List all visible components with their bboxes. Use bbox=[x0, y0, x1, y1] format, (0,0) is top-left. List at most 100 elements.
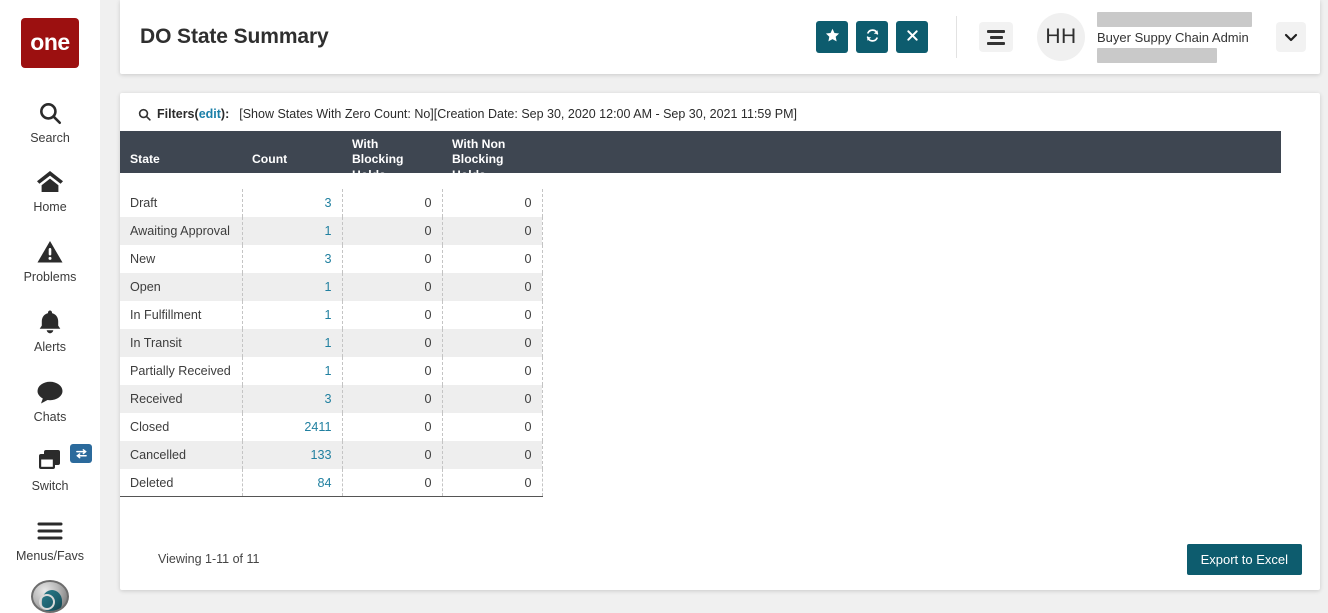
table-row: Open100 bbox=[120, 273, 542, 301]
user-role-label: Buyer Suppy Chain Admin bbox=[1097, 30, 1252, 45]
count-link[interactable]: 3 bbox=[324, 252, 331, 266]
sidebar-item-label: Menus/Favs bbox=[16, 550, 84, 564]
count-link[interactable]: 1 bbox=[324, 308, 331, 322]
cell-state: Draft bbox=[120, 189, 242, 217]
column-header-blocking[interactable]: With Blocking Holds bbox=[342, 131, 442, 189]
menu-toggle-button[interactable] bbox=[979, 22, 1013, 52]
menu-line bbox=[987, 42, 1005, 45]
sidebar-item-search[interactable]: Search bbox=[0, 90, 100, 150]
cell-with-blocking-holds: 0 bbox=[342, 189, 442, 217]
count-link[interactable]: 133 bbox=[310, 448, 331, 462]
user-avatar-initials: HH bbox=[1037, 13, 1085, 61]
cell-with-blocking-holds: 0 bbox=[342, 441, 442, 469]
favorite-button[interactable] bbox=[816, 21, 848, 53]
cell-with-non-blocking-holds: 0 bbox=[442, 273, 542, 301]
column-header-state[interactable]: State bbox=[120, 131, 242, 189]
cell-count[interactable]: 3 bbox=[242, 245, 342, 273]
count-link[interactable]: 2411 bbox=[304, 420, 331, 434]
user-name-block: Buyer Suppy Chain Admin bbox=[1097, 12, 1252, 63]
filters-bar: Filters ( edit ): [Show States With Zero… bbox=[120, 93, 1320, 131]
do-state-summary-table: State Count With Blocking Holds With Non… bbox=[120, 131, 543, 497]
table-row: In Transit100 bbox=[120, 329, 542, 357]
cell-count[interactable]: 3 bbox=[242, 189, 342, 217]
sidebar-item-home[interactable]: Home bbox=[0, 159, 100, 219]
close-x-icon bbox=[906, 29, 919, 45]
cell-with-blocking-holds: 0 bbox=[342, 385, 442, 413]
cell-with-non-blocking-holds: 0 bbox=[442, 469, 542, 497]
cell-state: In Transit bbox=[120, 329, 242, 357]
cell-count[interactable]: 1 bbox=[242, 273, 342, 301]
menu-line bbox=[990, 36, 1003, 39]
count-link[interactable]: 84 bbox=[317, 476, 331, 490]
search-icon bbox=[138, 108, 151, 121]
star-icon bbox=[825, 28, 840, 46]
refresh-button[interactable] bbox=[856, 21, 888, 53]
assistant-avatar-icon[interactable] bbox=[31, 580, 69, 613]
switch-windows-icon bbox=[33, 446, 67, 476]
cell-state: In Fulfillment bbox=[120, 301, 242, 329]
sidebar-item-label: Home bbox=[33, 201, 66, 215]
user-menu-button[interactable] bbox=[1276, 22, 1306, 52]
cell-count[interactable]: 3 bbox=[242, 385, 342, 413]
report-content-card: Filters ( edit ): [Show States With Zero… bbox=[120, 93, 1320, 590]
table-row: Awaiting Approval100 bbox=[120, 217, 542, 245]
table-row: Received300 bbox=[120, 385, 542, 413]
table-row: New300 bbox=[120, 245, 542, 273]
cell-state: Awaiting Approval bbox=[120, 217, 242, 245]
viewing-count-label: Viewing 1-11 of 11 bbox=[158, 552, 259, 566]
filters-summary-text: [Show States With Zero Count: No][Creati… bbox=[239, 107, 797, 121]
sidebar-item-alerts[interactable]: Alerts bbox=[0, 299, 100, 359]
hamburger-icon bbox=[33, 516, 67, 546]
sidebar-item-label: Alerts bbox=[34, 341, 66, 355]
table-row: Partially Received100 bbox=[120, 357, 542, 385]
application-root: one Search Home bbox=[0, 0, 1328, 613]
table-row: Deleted8400 bbox=[120, 469, 542, 497]
cell-count[interactable]: 1 bbox=[242, 329, 342, 357]
cell-state: Cancelled bbox=[120, 441, 242, 469]
cell-count[interactable]: 2411 bbox=[242, 413, 342, 441]
count-link[interactable]: 1 bbox=[324, 224, 331, 238]
count-link[interactable]: 3 bbox=[324, 196, 331, 210]
sidebar-item-switch[interactable]: Switch bbox=[0, 438, 100, 498]
cell-with-blocking-holds: 0 bbox=[342, 301, 442, 329]
count-link[interactable]: 1 bbox=[324, 364, 331, 378]
search-icon bbox=[33, 98, 67, 128]
user-account-area[interactable]: HH Buyer Suppy Chain Admin bbox=[1037, 12, 1306, 63]
header-actions: HH Buyer Suppy Chain Admin bbox=[808, 12, 1320, 63]
count-link[interactable]: 3 bbox=[324, 392, 331, 406]
cell-with-blocking-holds: 0 bbox=[342, 273, 442, 301]
sidebar-item-chats[interactable]: Chats bbox=[0, 369, 100, 429]
cell-state: Closed bbox=[120, 413, 242, 441]
cell-with-blocking-holds: 0 bbox=[342, 217, 442, 245]
chat-bubble-icon bbox=[33, 377, 67, 407]
column-header-count[interactable]: Count bbox=[242, 131, 342, 189]
cell-count[interactable]: 1 bbox=[242, 301, 342, 329]
cell-count[interactable]: 1 bbox=[242, 217, 342, 245]
column-header-non-blocking[interactable]: With Non Blocking Holds bbox=[442, 131, 542, 189]
filters-edit-link[interactable]: edit bbox=[199, 107, 221, 121]
export-to-excel-button[interactable]: Export to Excel bbox=[1187, 544, 1302, 575]
one-network-logo[interactable]: one bbox=[21, 18, 79, 68]
logo-text: one bbox=[30, 31, 69, 54]
cell-count[interactable]: 84 bbox=[242, 469, 342, 497]
cell-with-non-blocking-holds: 0 bbox=[442, 189, 542, 217]
table-footer: Viewing 1-11 of 11 Export to Excel bbox=[120, 528, 1320, 590]
table-header-row: State Count With Blocking Holds With Non… bbox=[120, 131, 542, 189]
cell-with-non-blocking-holds: 0 bbox=[442, 301, 542, 329]
count-link[interactable]: 1 bbox=[324, 336, 331, 350]
filters-paren-close: ): bbox=[221, 107, 229, 121]
table-row: Cancelled13300 bbox=[120, 441, 542, 469]
cell-count[interactable]: 1 bbox=[242, 357, 342, 385]
cell-with-blocking-holds: 0 bbox=[342, 357, 442, 385]
close-button[interactable] bbox=[896, 21, 928, 53]
home-icon bbox=[33, 167, 67, 197]
sidebar-item-menus-favs[interactable]: Menus/Favs bbox=[0, 508, 100, 568]
sidebar-item-problems[interactable]: Problems bbox=[0, 229, 100, 289]
cell-count[interactable]: 133 bbox=[242, 441, 342, 469]
menu-line bbox=[987, 30, 1005, 33]
sidebar-item-label: Chats bbox=[34, 411, 67, 425]
count-link[interactable]: 1 bbox=[324, 280, 331, 294]
cell-with-non-blocking-holds: 0 bbox=[442, 385, 542, 413]
table-body: Draft300Awaiting Approval100New300Open10… bbox=[120, 189, 542, 497]
switch-toggle-badge[interactable] bbox=[70, 444, 92, 463]
